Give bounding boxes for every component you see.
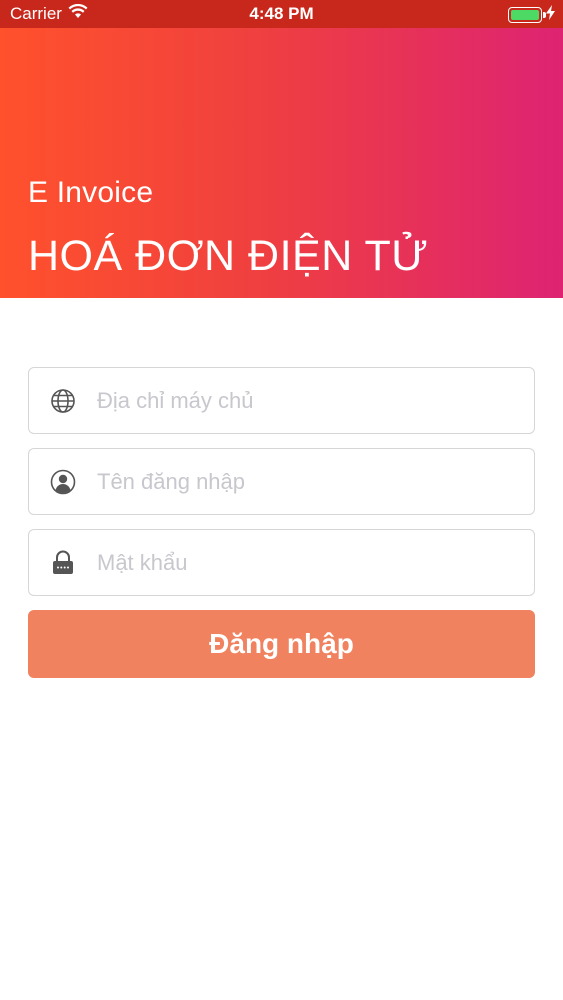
status-right (508, 5, 555, 25)
app-subtitle: E Invoice (28, 176, 154, 209)
server-address-field[interactable] (28, 367, 535, 434)
password-input[interactable] (97, 532, 534, 593)
lock-icon (49, 549, 77, 577)
clock: 4:48 PM (249, 4, 314, 23)
login-form: Đăng nhập (28, 367, 535, 678)
username-field[interactable] (28, 448, 535, 515)
charging-bolt-icon (546, 5, 555, 25)
server-address-input[interactable] (97, 370, 534, 431)
user-icon (49, 468, 77, 496)
login-screen: Carrier 4:48 PM E Invoice HOÁ ĐƠN ĐIỆN T… (0, 0, 563, 1000)
battery-icon (508, 7, 546, 23)
globe-icon (49, 387, 77, 415)
battery-fill (511, 10, 539, 20)
app-title: HOÁ ĐƠN ĐIỆN TỬ (28, 232, 429, 280)
header-banner: E Invoice HOÁ ĐƠN ĐIỆN TỬ (0, 28, 563, 298)
login-button[interactable]: Đăng nhập (28, 610, 535, 678)
status-bar: Carrier 4:48 PM (0, 0, 563, 28)
password-field[interactable] (28, 529, 535, 596)
username-input[interactable] (97, 451, 534, 512)
